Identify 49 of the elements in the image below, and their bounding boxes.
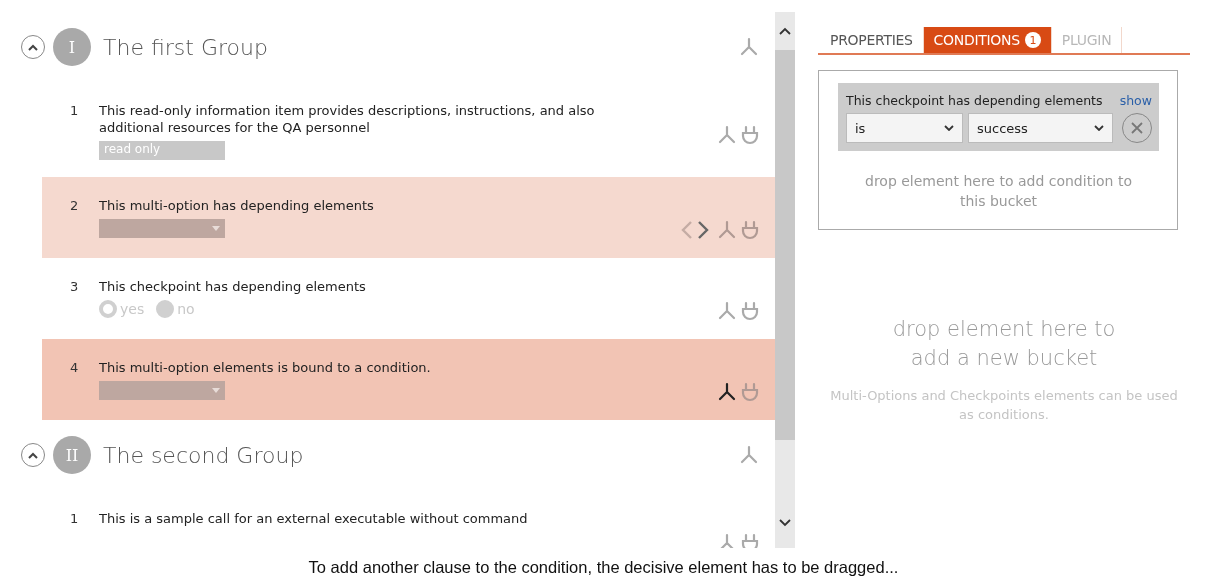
item-number: 3 (70, 278, 80, 296)
collapse-button[interactable] (21, 35, 45, 59)
chevron-icon (944, 125, 954, 131)
new-bucket-drop-zone: drop element here to add a new bucket (891, 316, 1117, 372)
branch-icon[interactable] (716, 381, 738, 403)
item-number: 1 (70, 510, 80, 528)
plug-icon[interactable] (740, 124, 760, 146)
count-badge: 1 (1024, 32, 1041, 48)
plug-icon[interactable] (740, 532, 760, 548)
plug-icon[interactable] (740, 219, 760, 241)
chevron-icon (1094, 125, 1104, 131)
scrollbar-thumb[interactable] (775, 50, 795, 440)
item-number: 1 (70, 102, 80, 120)
tab[interactable]: PROPERTIES (820, 27, 924, 53)
caret-icon (212, 226, 220, 231)
plug-icon[interactable] (740, 300, 760, 322)
item-text: This is a sample call for an external executable without command (99, 510, 529, 527)
collapse-button[interactable] (21, 443, 45, 467)
group-title: The second Group (103, 442, 305, 468)
caret-icon (212, 388, 220, 393)
condition-element: This checkpoint has depending elements (846, 93, 1103, 108)
tab[interactable]: CONDITIONS 1 (923, 27, 1052, 53)
scroll-up-icon[interactable] (779, 27, 791, 35)
item-row[interactable]: 2 This multi-option has depending elements (42, 177, 775, 258)
operator-select[interactable]: is (846, 113, 963, 143)
group-title: The first Group (103, 34, 269, 60)
radio-button[interactable] (99, 300, 117, 318)
item-text: This multi-option elements is bound to a condition. (99, 359, 432, 376)
dropdown-field[interactable] (99, 381, 225, 400)
group-number: II (53, 436, 91, 474)
item-number: 2 (70, 197, 80, 215)
drop-zone-hint: Multi-Options and Checkpoints elements can be used as conditions. (829, 387, 1179, 424)
drop-hint: drop element here to add condition to this bucket (864, 172, 1133, 211)
chevron-icon (27, 43, 39, 51)
scroll-down-icon[interactable] (779, 519, 791, 527)
group-number: I (53, 28, 91, 66)
close-icon (1130, 121, 1144, 135)
item-text: This multi-option has depending elements (99, 197, 375, 214)
dropdown-field[interactable] (99, 219, 225, 238)
radio-button[interactable] (156, 300, 175, 318)
caption: To add another clause to the condition, the decisive element has to be dragged... (307, 557, 900, 577)
item-text: This checkpoint has depending elements (99, 278, 367, 295)
value-select[interactable]: success (968, 113, 1113, 143)
item-number: 4 (70, 359, 80, 377)
next-icon[interactable] (696, 219, 710, 241)
chevron-icon (27, 451, 39, 459)
item-row[interactable]: 4 This multi-option elements is bound to a condition. (42, 339, 775, 420)
item-text: This read-only information item provides descriptions, instructions, and also additional resources for the QA personnel (99, 102, 596, 136)
show-link[interactable]: show (1119, 93, 1152, 108)
